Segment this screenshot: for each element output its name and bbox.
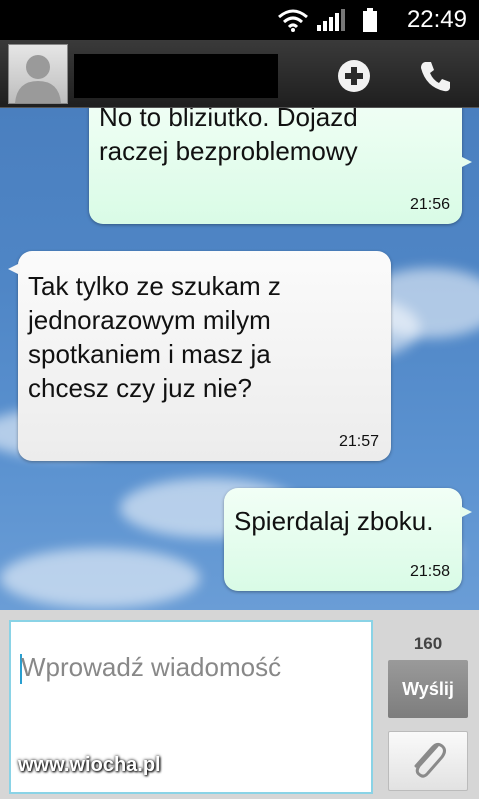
status-icons	[278, 8, 377, 32]
battery-icon	[363, 8, 377, 32]
conversation-header	[0, 40, 479, 108]
contact-avatar-icon[interactable]	[8, 44, 68, 104]
paperclip-icon	[414, 742, 446, 778]
message-time: 21:57	[338, 433, 379, 450]
message-time: 21:56	[409, 196, 450, 213]
attach-button[interactable]	[388, 731, 468, 791]
wifi-icon	[278, 9, 308, 32]
cloud-decoration	[0, 548, 200, 608]
contact-name-redacted	[74, 54, 278, 98]
message-bubble-incoming[interactable]: Tak tylko ze szukam z jednorazowym milym…	[8, 251, 391, 461]
message-text: No to bliziutko. Dojazd raczej bezproble…	[99, 108, 358, 166]
add-contact-icon[interactable]	[334, 56, 374, 96]
signal-icon	[317, 9, 345, 31]
watermark-text: www.wiocha.pl	[18, 754, 161, 776]
message-input-placeholder: Wprowadź wiadomość	[21, 652, 282, 682]
bubble-tail	[8, 263, 20, 275]
bubble-tail	[460, 506, 472, 518]
message-bubble-outgoing[interactable]: No to bliziutko. Dojazd raczej bezproble…	[89, 108, 472, 224]
status-bar: 22:49	[0, 0, 479, 40]
send-button[interactable]: Wyślij	[388, 660, 468, 718]
character-counter: 160	[413, 634, 443, 653]
message-bubble-outgoing[interactable]: Spierdalaj zboku. 21:58	[224, 488, 472, 591]
status-time: 22:49	[406, 6, 467, 33]
message-text: Tak tylko ze szukam z jednorazowym milym…	[28, 271, 281, 403]
conversation-area[interactable]: No to bliziutko. Dojazd raczej bezproble…	[0, 108, 479, 610]
phone-icon[interactable]	[416, 56, 456, 96]
message-time: 21:58	[409, 563, 450, 580]
bubble-tail	[460, 156, 472, 168]
send-button-label: Wyślij	[402, 678, 454, 699]
message-text: Spierdalaj zboku.	[234, 506, 434, 536]
